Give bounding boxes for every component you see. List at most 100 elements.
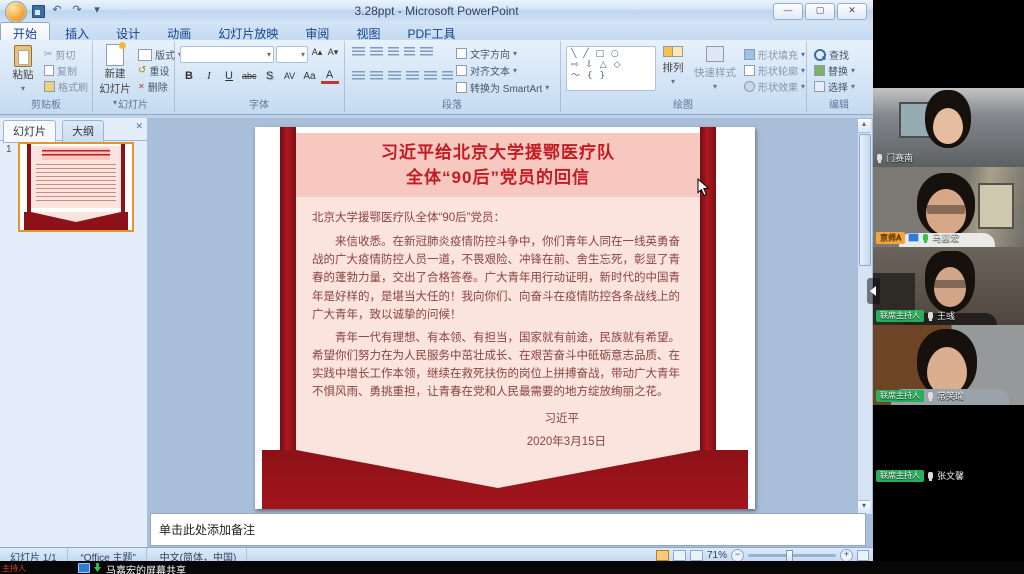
notes-pane[interactable]: 单击此处添加备注: [150, 513, 866, 546]
columns-button[interactable]: [442, 71, 453, 81]
group-drawing: ╲ ╱ □ ○ ⇨ ⇩ △ ◇ 〜 { } 排列 ▾ 快速样式 ▾: [560, 41, 807, 112]
thumbnail-title-lines: [34, 148, 118, 160]
tab-outline[interactable]: 大纲: [62, 120, 104, 143]
video-tile-1[interactable]: 门赛南: [873, 0, 1024, 167]
shape-fill-icon: [744, 49, 755, 60]
decrease-indent-button[interactable]: [388, 47, 399, 57]
participant-name: 常笑瑜: [937, 389, 964, 402]
distribute-button[interactable]: [424, 71, 437, 81]
format-painter-button[interactable]: 格式刷: [44, 79, 88, 94]
align-center-button[interactable]: [370, 71, 383, 81]
status-theme: “Office 主题”: [70, 548, 146, 561]
slide-thumbnail-number: 1: [6, 144, 12, 155]
shapes-gallery[interactable]: ╲ ╱ □ ○ ⇨ ⇩ △ ◇ 〜 { }: [566, 46, 656, 91]
change-case-button[interactable]: Aa: [301, 69, 319, 84]
participant-name: 马嘉宏: [932, 231, 959, 244]
character-spacing-button[interactable]: AV: [281, 69, 299, 84]
slide-body-text[interactable]: 北京大学援鄂医疗队全体“90后”党员： 来信收悉。在新冠肺炎疫情防控斗争中，你们…: [296, 197, 700, 450]
meeting-screen: ↶ ↷ ▾ 3.28ppt - Microsoft PowerPoint — ▢…: [0, 0, 1024, 574]
status-bar: 幻灯片 1/1 “Office 主题” 中文(简体，中国) 71% − +: [0, 547, 873, 562]
zoom-level: 71%: [707, 550, 727, 561]
bold-button[interactable]: B: [180, 69, 198, 84]
letter-date: 2020年3月15日: [312, 433, 684, 450]
scroll-up-icon[interactable]: ▴: [858, 119, 870, 133]
font-size-combo[interactable]: ▾: [276, 46, 308, 63]
slide-title-line-2: 全体“90后”党员的回信: [296, 165, 700, 191]
participant-name: 门赛南: [886, 151, 913, 164]
zoom-out-button[interactable]: −: [731, 549, 744, 562]
select-button[interactable]: 选择 ▾: [814, 79, 855, 94]
scroll-down-icon[interactable]: ▾: [858, 500, 870, 514]
fit-to-window-button[interactable]: [857, 550, 869, 561]
slide-thumbnail[interactable]: [18, 142, 134, 232]
shapes-row-3: 〜 { }: [571, 71, 651, 82]
align-right-button[interactable]: [388, 71, 401, 81]
convert-smartart-button[interactable]: 转换为 SmartArt ▾: [456, 80, 549, 95]
underline-button[interactable]: U: [220, 69, 238, 84]
group-paragraph: 文字方向 ▾ 对齐文本 ▾ 转换为 SmartArt ▾ 段落: [344, 41, 561, 112]
line-spacing-button[interactable]: [420, 47, 433, 57]
quick-styles-button[interactable]: 快速样式 ▾: [692, 46, 738, 92]
numbering-button[interactable]: [370, 47, 383, 57]
participant-name: 王彧: [937, 309, 955, 322]
font-name-combo[interactable]: ▾: [180, 46, 274, 63]
shrink-font-button[interactable]: A▾: [324, 45, 342, 60]
paste-button[interactable]: 粘贴 ▾: [6, 45, 40, 94]
copy-button[interactable]: 复制: [44, 63, 77, 78]
zoom-in-button[interactable]: +: [840, 549, 853, 562]
sidebar-collapse-arrow[interactable]: [867, 278, 880, 304]
replace-button[interactable]: 替换 ▾: [814, 63, 855, 78]
title-bar: ↶ ↷ ▾ 3.28ppt - Microsoft PowerPoint — ▢…: [0, 0, 873, 23]
quick-styles-icon: [706, 46, 724, 62]
sharing-icon: [908, 233, 919, 242]
find-button[interactable]: 查找: [814, 47, 849, 62]
slide[interactable]: 习近平给北京大学援鄂医疗队 全体“90后”党员的回信 北京大学援鄂医疗队全体“9…: [255, 127, 755, 509]
shape-outline-button[interactable]: 形状轮廓 ▾: [744, 63, 805, 78]
panel-close-icon[interactable]: ✕: [135, 121, 143, 132]
italic-button[interactable]: I: [200, 69, 218, 84]
close-button[interactable]: ✕: [837, 3, 867, 20]
shape-effects-icon: [744, 81, 755, 92]
mic-icon: [928, 392, 933, 399]
reset-button[interactable]: ↺ 重设: [138, 63, 169, 78]
shapes-row-1: ╲ ╱ □ ○: [571, 49, 651, 60]
align-text-button[interactable]: 对齐文本 ▾: [456, 63, 517, 78]
tab-slides-thumbnails[interactable]: 幻灯片: [3, 120, 56, 143]
minimize-button[interactable]: —: [773, 3, 803, 20]
participant-label-4: 联席主持人 常笑瑜: [876, 389, 964, 402]
arrange-button[interactable]: 排列 ▾: [656, 46, 690, 87]
thumbnail-body-lines: [36, 164, 116, 204]
cut-button[interactable]: ✂ 剪切: [44, 47, 75, 62]
bullets-button[interactable]: [352, 47, 365, 57]
video-tile-4[interactable]: 联席主持人 常笑瑜: [873, 325, 1024, 405]
normal-view-button[interactable]: [656, 550, 669, 561]
justify-button[interactable]: [406, 71, 419, 81]
smartart-icon: [456, 82, 467, 93]
host-role-tag: 主持人: [2, 563, 26, 574]
layout-icon: [138, 49, 152, 61]
increase-indent-button[interactable]: [404, 47, 415, 57]
slide-title[interactable]: 习近平给北京大学援鄂医疗队 全体“90后”党员的回信: [296, 133, 700, 197]
font-color-button[interactable]: A: [321, 69, 339, 84]
vertical-scrollbar[interactable]: ▴ ▾: [857, 118, 873, 515]
video-tile-5[interactable]: 联席主持人 张文馨: [873, 405, 1024, 561]
maximize-button[interactable]: ▢: [805, 3, 835, 20]
text-shadow-button[interactable]: S: [261, 69, 279, 84]
slide-sorter-view-button[interactable]: [673, 550, 686, 561]
group-slides: 新建 幻灯片 ▾ 版式 ▾ ↺ 重设 ✕ 删除 幻灯片: [92, 41, 175, 112]
slideshow-view-button[interactable]: [690, 550, 703, 561]
video-tile-3[interactable]: 联席主持人 王彧: [873, 247, 1024, 325]
zoom-slider[interactable]: [748, 554, 836, 557]
align-left-button[interactable]: [352, 71, 365, 81]
slide-title-line-1: 习近平给北京大学援鄂医疗队: [296, 140, 700, 166]
text-direction-button[interactable]: 文字方向 ▾: [456, 46, 517, 61]
window-decor: [978, 183, 1014, 229]
delete-slide-button[interactable]: ✕ 删除: [138, 79, 168, 94]
shape-fill-button[interactable]: 形状填充 ▾: [744, 47, 805, 62]
video-tile-2[interactable]: 京师A 马嘉宏: [873, 167, 1024, 247]
strikethrough-button[interactable]: abc: [240, 69, 259, 84]
scrollbar-thumb[interactable]: [859, 134, 871, 266]
group-editing: 查找 替换 ▾ 选择 ▾ 编辑: [806, 41, 872, 112]
delete-icon: ✕: [138, 82, 145, 91]
shape-effects-button[interactable]: 形状效果 ▾: [744, 79, 805, 94]
